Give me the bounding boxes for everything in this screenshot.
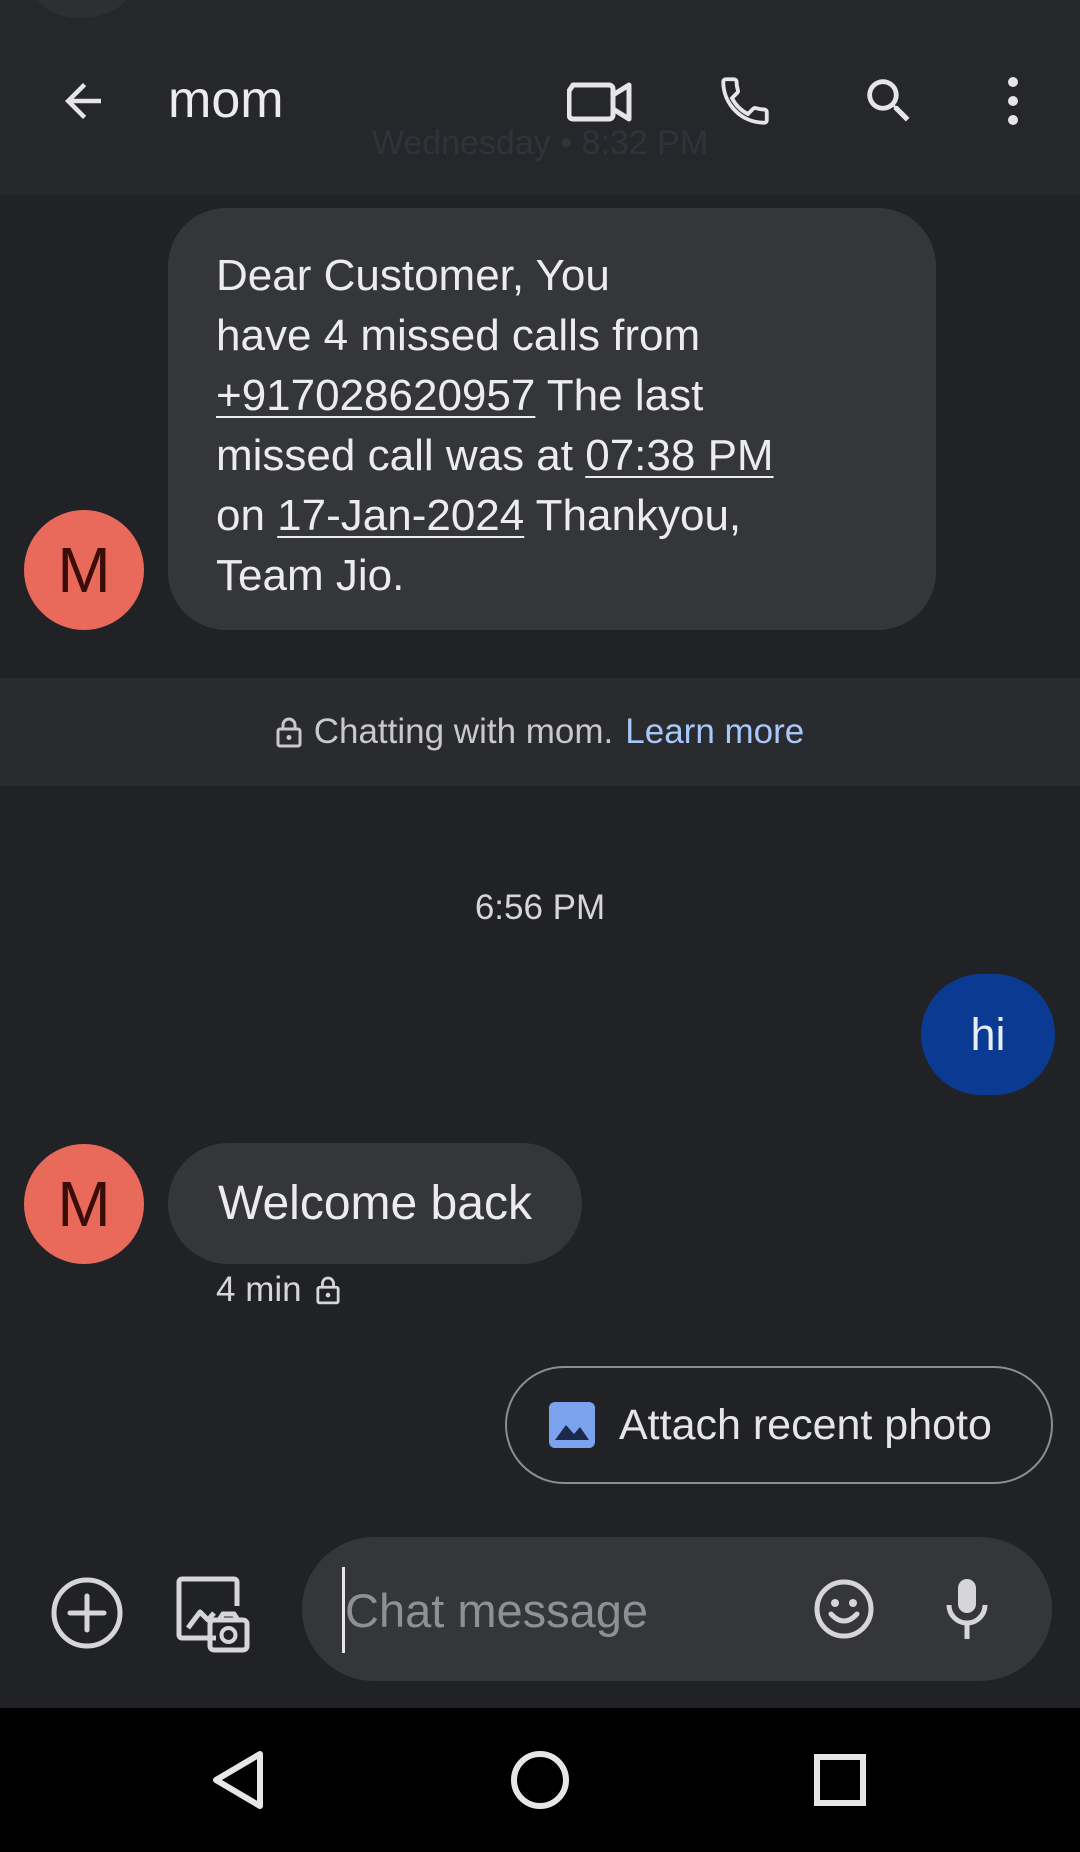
timestamp: 6:56 PM bbox=[474, 888, 606, 927]
message-line: Dear Customer, You bbox=[216, 251, 610, 300]
message-text: on bbox=[216, 491, 278, 540]
lock-icon bbox=[316, 1276, 340, 1305]
message-text: Thankyou, bbox=[524, 491, 742, 540]
avatar[interactable]: M bbox=[24, 510, 144, 630]
avatar-peek bbox=[34, 0, 129, 18]
nav-recents-icon[interactable] bbox=[812, 1752, 868, 1808]
encryption-banner: Chatting with mom. Learn more bbox=[0, 678, 1080, 786]
video-call-icon[interactable] bbox=[566, 70, 634, 132]
back-arrow-icon[interactable] bbox=[52, 70, 114, 132]
composer[interactable] bbox=[302, 1537, 1052, 1681]
message-line: have 4 missed calls from bbox=[216, 311, 701, 360]
phone-icon[interactable] bbox=[714, 70, 776, 132]
time-link[interactable]: 07:38 PM bbox=[585, 431, 773, 480]
chip-label: Attach recent photo bbox=[619, 1400, 992, 1449]
message-text: Welcome back bbox=[218, 1177, 532, 1230]
phone-number-link[interactable]: +917028620957 bbox=[216, 371, 535, 420]
top-app-bar: Wednesday • 8:32 PM mom bbox=[0, 0, 1080, 195]
more-vert-icon[interactable] bbox=[990, 70, 1036, 132]
message-age: 4 min bbox=[216, 1270, 302, 1309]
emoji-icon[interactable] bbox=[812, 1577, 876, 1641]
message-bubble-outgoing[interactable]: hi bbox=[921, 974, 1055, 1095]
date-link[interactable]: 17-Jan-2024 bbox=[277, 491, 524, 540]
banner-text: Chatting with mom. bbox=[313, 712, 614, 751]
message-bubble-incoming[interactable]: Welcome back bbox=[168, 1143, 582, 1264]
conversation-title[interactable]: mom bbox=[168, 70, 284, 130]
message-meta: 4 min bbox=[216, 1270, 340, 1310]
message-text: hi bbox=[970, 1008, 1006, 1060]
attach-recent-photo-chip[interactable]: Attach recent photo bbox=[505, 1366, 1053, 1484]
add-icon[interactable] bbox=[50, 1576, 124, 1650]
system-nav-bar bbox=[0, 1708, 1080, 1852]
lock-icon bbox=[276, 717, 302, 748]
message-line: Team Jio. bbox=[216, 551, 405, 600]
learn-more-link[interactable]: Learn more bbox=[625, 712, 804, 752]
search-icon[interactable] bbox=[858, 70, 920, 132]
message-text: The last bbox=[535, 371, 704, 420]
nav-home-icon[interactable] bbox=[510, 1750, 570, 1810]
message-text: missed call was at bbox=[216, 431, 586, 480]
microphone-icon[interactable] bbox=[942, 1573, 992, 1647]
avatar[interactable]: M bbox=[24, 1144, 144, 1264]
chat-message-input[interactable] bbox=[342, 1567, 787, 1653]
message-bubble-incoming[interactable]: Dear Customer, You have 4 missed calls f… bbox=[168, 208, 936, 630]
nav-back-icon[interactable] bbox=[208, 1750, 268, 1810]
gallery-camera-icon[interactable] bbox=[176, 1576, 250, 1654]
image-icon bbox=[549, 1402, 595, 1448]
